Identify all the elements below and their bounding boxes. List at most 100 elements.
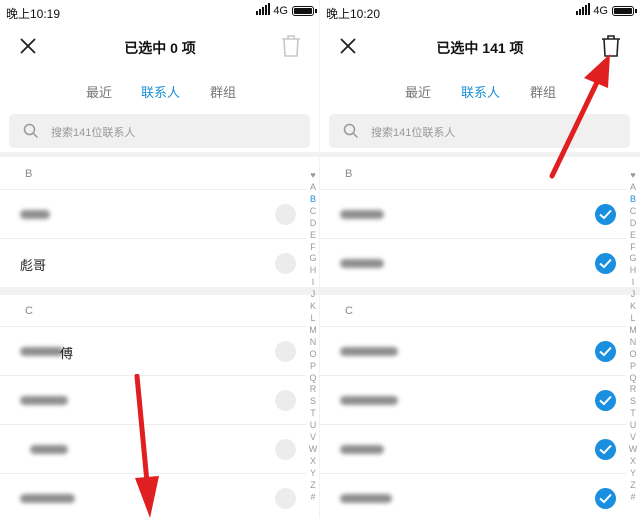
index-letter[interactable]: C <box>306 206 320 218</box>
index-letter[interactable]: V <box>306 432 320 444</box>
tab-bar: 最近 联系人 群组 <box>0 76 320 106</box>
contact-row[interactable] <box>320 189 626 238</box>
index-letter[interactable]: U <box>306 420 320 432</box>
index-letter[interactable]: J <box>626 289 640 301</box>
index-letter[interactable]: T <box>626 408 640 420</box>
search-icon <box>23 123 39 139</box>
contact-row[interactable]: 傅 <box>0 326 306 375</box>
delete-icon[interactable] <box>280 34 302 58</box>
checked-radio[interactable] <box>595 390 616 411</box>
index-letter[interactable]: S <box>306 396 320 408</box>
index-letter[interactable]: Z <box>306 480 320 492</box>
index-letter[interactable]: # <box>626 492 640 504</box>
index-letter[interactable]: Q <box>626 373 640 385</box>
index-letter[interactable]: H <box>306 265 320 277</box>
checked-radio[interactable] <box>595 204 616 225</box>
contact-row[interactable] <box>320 238 626 287</box>
screen-after: 晚上10:20 4G 已选中 141 项 最近 联系人 群组 搜索141位联系人… <box>320 0 640 518</box>
index-letter[interactable]: F <box>306 242 320 254</box>
index-letter[interactable]: L <box>626 313 640 325</box>
index-letter[interactable]: E <box>306 230 320 242</box>
tab-contacts[interactable]: 联系人 <box>141 82 180 101</box>
index-letter[interactable]: O <box>626 349 640 361</box>
index-letter[interactable]: V <box>626 432 640 444</box>
index-letter[interactable]: Z <box>626 480 640 492</box>
unchecked-radio[interactable] <box>275 253 296 274</box>
index-letter[interactable]: Y <box>626 468 640 480</box>
index-letter[interactable]: I <box>626 277 640 289</box>
index-letter[interactable]: Q <box>306 373 320 385</box>
index-letter[interactable]: G <box>626 253 640 265</box>
index-letter[interactable]: U <box>626 420 640 432</box>
contact-row[interactable] <box>320 473 626 518</box>
status-time: 晚上10:19 <box>6 7 61 21</box>
index-letter[interactable]: F <box>626 242 640 254</box>
contact-row[interactable] <box>320 424 626 473</box>
index-letter[interactable]: J <box>306 289 320 301</box>
checked-radio[interactable] <box>595 253 616 274</box>
section-header-c: C <box>345 305 353 317</box>
index-letter[interactable]: G <box>306 253 320 265</box>
index-letter[interactable]: C <box>626 206 640 218</box>
contact-row[interactable] <box>0 189 306 238</box>
index-letter[interactable]: D <box>626 218 640 230</box>
index-letter[interactable]: N <box>306 337 320 349</box>
index-letter[interactable]: X <box>626 456 640 468</box>
section-gap <box>0 152 320 157</box>
status-bar: 晚上10:19 4G <box>0 0 320 24</box>
annotation-arrow-up <box>549 54 610 179</box>
index-letter[interactable]: K <box>306 301 320 313</box>
index-letter[interactable]: R <box>626 384 640 396</box>
index-letter[interactable]: I <box>306 277 320 289</box>
index-letter[interactable]: R <box>306 384 320 396</box>
unchecked-radio[interactable] <box>275 341 296 362</box>
unchecked-radio[interactable] <box>275 488 296 509</box>
section-gap <box>0 287 320 295</box>
index-letter[interactable]: B <box>306 194 320 206</box>
checked-radio[interactable] <box>595 341 616 362</box>
checked-radio[interactable] <box>595 439 616 460</box>
index-letter[interactable]: D <box>306 218 320 230</box>
search-placeholder: 搜索141位联系人 <box>371 127 456 139</box>
index-letter[interactable]: W <box>626 444 640 456</box>
index-letter[interactable]: N <box>626 337 640 349</box>
battery-icon <box>292 6 317 16</box>
index-letter[interactable]: P <box>626 361 640 373</box>
index-letter[interactable]: E <box>626 230 640 242</box>
unchecked-radio[interactable] <box>275 439 296 460</box>
index-letter[interactable]: X <box>306 456 320 468</box>
tab-recent[interactable]: 最近 <box>405 82 431 101</box>
checked-radio[interactable] <box>595 488 616 509</box>
index-letter[interactable]: M <box>626 325 640 337</box>
tab-recent[interactable]: 最近 <box>86 82 112 101</box>
alphabet-index[interactable]: ♥ A B C D E F G H I J K L M N O P Q R S T U V W X Y Z # <box>306 170 320 503</box>
search-icon <box>343 123 359 139</box>
section-header-b: B <box>345 168 353 180</box>
index-letter[interactable]: H <box>626 265 640 277</box>
index-letter[interactable]: L <box>306 313 320 325</box>
contact-row[interactable]: 彪哥 <box>0 238 306 287</box>
index-letter[interactable]: Y <box>306 468 320 480</box>
index-letter[interactable]: M <box>306 325 320 337</box>
index-letter[interactable]: K <box>626 301 640 313</box>
index-letter[interactable]: P <box>306 361 320 373</box>
annotation-arrow-down <box>134 374 159 518</box>
unchecked-radio[interactable] <box>275 390 296 411</box>
contact-row[interactable] <box>320 375 626 424</box>
index-letter[interactable]: # <box>306 492 320 504</box>
unchecked-radio[interactable] <box>275 204 296 225</box>
contact-row[interactable] <box>320 326 626 375</box>
search-input[interactable]: 搜索141位联系人 <box>9 114 310 148</box>
index-letter[interactable]: B <box>626 194 640 206</box>
index-letter[interactable]: S <box>626 396 640 408</box>
index-letter[interactable]: O <box>306 349 320 361</box>
index-letter[interactable]: A <box>626 182 640 194</box>
alphabet-index[interactable]: ♥ A B C D E F G H I J K L M N O P Q R S T U V W X Y Z # <box>626 170 640 503</box>
blurred-name <box>340 445 384 454</box>
index-letter[interactable]: T <box>306 408 320 420</box>
index-letter[interactable]: A <box>306 182 320 194</box>
tab-contacts[interactable]: 联系人 <box>461 82 500 101</box>
network-type: 4G <box>273 5 288 17</box>
tab-groups[interactable]: 群组 <box>210 82 236 101</box>
index-letter[interactable]: W <box>306 444 320 456</box>
